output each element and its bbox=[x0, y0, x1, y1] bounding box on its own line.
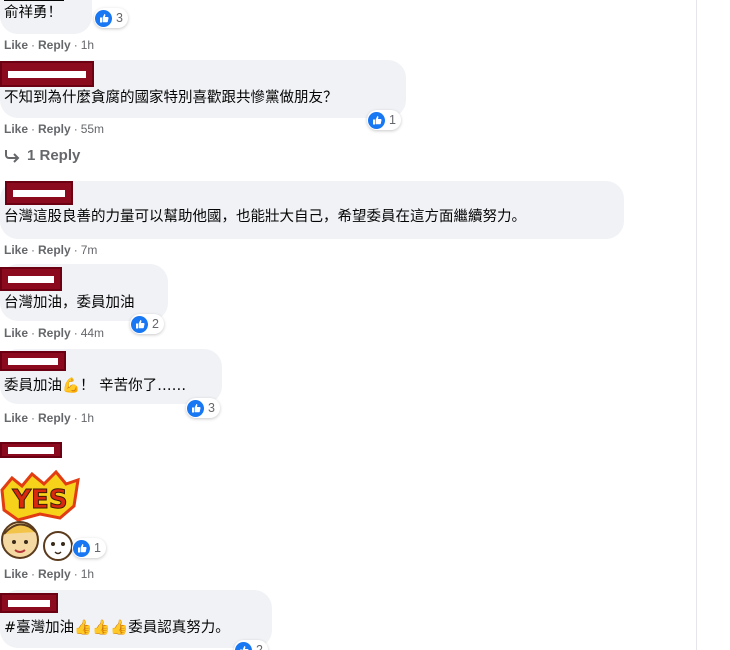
reaction-count[interactable]: 1 bbox=[72, 538, 106, 558]
reaction-number: 1 bbox=[94, 541, 101, 555]
like-icon bbox=[73, 539, 90, 557]
comment-bubble: 俞祥勇！ bbox=[0, 0, 92, 34]
redacted-author-name[interactable] bbox=[0, 267, 62, 291]
comment-bubble: 不知到為什麼貪腐的國家特別喜歡跟共慘黨做朋友？ bbox=[0, 60, 406, 118]
comment-actions: Like · Reply · 44m bbox=[4, 326, 105, 340]
reaction-number: 1 bbox=[389, 113, 396, 127]
comment-bubble: 委員加油💪！ 辛苦你了…… bbox=[0, 349, 222, 404]
like-button[interactable]: Like bbox=[4, 411, 28, 425]
comment-bubble: #臺灣加油👍👍👍委員認真努力。 bbox=[0, 590, 272, 648]
reaction-number: 2 bbox=[152, 317, 159, 331]
redacted-author-name[interactable] bbox=[5, 181, 73, 205]
view-replies-link[interactable]: 1 Reply bbox=[4, 147, 80, 164]
reply-button[interactable]: Reply bbox=[38, 326, 71, 340]
comment-text: 台灣加油，委員加油 bbox=[4, 295, 135, 311]
comment-text: 台灣這股良善的力量可以幫助他國，也能壯大自己，希望委員在這方面繼續努力。 bbox=[4, 209, 526, 225]
reaction-count[interactable]: 3 bbox=[94, 8, 128, 28]
reply-button[interactable]: Reply bbox=[38, 567, 71, 581]
comment-actions: Like · Reply · 1h bbox=[4, 38, 95, 52]
reaction-count[interactable]: 3 bbox=[186, 398, 220, 418]
like-icon bbox=[368, 111, 385, 129]
comment-bubble: 台灣加油，委員加油 bbox=[0, 264, 168, 321]
reaction-count[interactable]: 2 bbox=[234, 640, 268, 650]
like-button[interactable]: Like bbox=[4, 243, 28, 257]
redacted-author-name[interactable] bbox=[0, 442, 62, 458]
comment-time[interactable]: 1h bbox=[81, 38, 94, 52]
comment-actions: Like · Reply · 1h bbox=[4, 411, 95, 425]
comment-time[interactable]: 1h bbox=[81, 411, 94, 425]
redacted-author-name[interactable] bbox=[0, 593, 58, 613]
comment-actions: Like · Reply · 7m bbox=[4, 243, 98, 257]
like-icon bbox=[235, 641, 252, 650]
reply-arrow-icon bbox=[5, 149, 20, 163]
yes-sticker-art: YES bbox=[0, 469, 80, 561]
reaction-number: 3 bbox=[116, 11, 123, 25]
reaction-number: 3 bbox=[208, 401, 215, 415]
reply-button[interactable]: Reply bbox=[38, 243, 71, 257]
reaction-count[interactable]: 1 bbox=[367, 110, 401, 130]
like-button[interactable]: Like bbox=[4, 567, 28, 581]
sticker-text: YES bbox=[11, 485, 67, 515]
comment-text: 不知到為什麼貪腐的國家特別喜歡跟共慘黨做朋友？ bbox=[4, 90, 338, 106]
reaction-count[interactable]: 2 bbox=[130, 314, 164, 334]
comment-text: 俞祥勇！ bbox=[4, 5, 62, 21]
reply-button[interactable]: Reply bbox=[38, 38, 71, 52]
redacted-author-name[interactable] bbox=[0, 61, 94, 87]
comment-time[interactable]: 44m bbox=[81, 326, 104, 340]
comment-actions: Like · Reply · 1h bbox=[4, 567, 95, 581]
panel-divider bbox=[696, 0, 697, 650]
like-icon bbox=[95, 9, 112, 27]
comment-time[interactable]: 55m bbox=[81, 122, 104, 136]
comment-time[interactable]: 1h bbox=[81, 567, 94, 581]
comment-bubble: 台灣這股良善的力量可以幫助他國，也能壯大自己，希望委員在這方面繼續努力。 bbox=[0, 181, 624, 239]
comment-time[interactable]: 7m bbox=[81, 243, 98, 257]
comment-text: #臺灣加油👍👍👍委員認真努力。 bbox=[4, 620, 230, 636]
author-name[interactable] bbox=[4, 0, 64, 1]
reply-button[interactable]: Reply bbox=[38, 122, 71, 136]
like-button[interactable]: Like bbox=[4, 38, 28, 52]
comment-actions: Like · Reply · 55m bbox=[4, 122, 105, 136]
scrollbar-track[interactable] bbox=[716, 0, 730, 650]
reaction-number: 2 bbox=[256, 643, 263, 650]
like-button[interactable]: Like bbox=[4, 326, 28, 340]
comment-text: 委員加油💪！ 辛苦你了…… bbox=[4, 378, 187, 394]
like-icon bbox=[187, 399, 204, 417]
redacted-author-name[interactable] bbox=[0, 351, 66, 371]
like-icon bbox=[131, 315, 148, 333]
yes-sticker[interactable]: YES bbox=[0, 466, 80, 562]
reply-button[interactable]: Reply bbox=[38, 411, 71, 425]
like-button[interactable]: Like bbox=[4, 122, 28, 136]
replies-count-label: 1 Reply bbox=[27, 147, 81, 164]
